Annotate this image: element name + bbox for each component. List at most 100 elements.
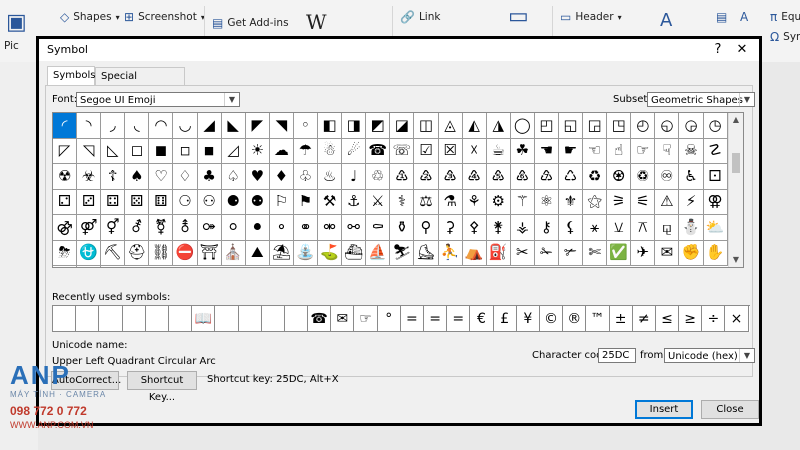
symbol-cell[interactable]: ⚛ bbox=[534, 189, 559, 215]
symbol-cell[interactable]: ☑ bbox=[414, 138, 439, 164]
symbol-cell[interactable]: ◧ bbox=[318, 113, 343, 139]
symbol-cell[interactable]: ⚔ bbox=[366, 189, 391, 215]
symbol-cell[interactable]: ⛲ bbox=[293, 240, 319, 266]
symbol-cell[interactable]: ◠ bbox=[149, 113, 174, 139]
symbol-cell[interactable]: ✂ bbox=[510, 240, 535, 266]
symbol-cell[interactable]: ☃ bbox=[318, 138, 343, 164]
symbol-cell[interactable]: ⚜ bbox=[558, 189, 584, 215]
screenshot-button[interactable]: ⊞ Screenshot ▾ bbox=[124, 10, 205, 24]
symbol-cell[interactable]: ✄ bbox=[583, 240, 608, 266]
symbol-cell[interactable]: ☏ bbox=[390, 138, 415, 164]
textbox-button[interactable]: A bbox=[660, 10, 672, 31]
recent-symbol-cell[interactable] bbox=[284, 306, 309, 332]
symbol-cell[interactable]: ☢ bbox=[53, 164, 78, 190]
symbol-cell[interactable]: ✃ bbox=[558, 240, 584, 266]
symbol-cell[interactable]: ◩ bbox=[366, 113, 391, 139]
symbol-cell[interactable]: ⛓ bbox=[149, 240, 174, 266]
tab-symbols[interactable]: Symbols bbox=[47, 66, 95, 85]
symbol-cell[interactable]: ☄ bbox=[342, 138, 367, 164]
symbol-cell[interactable]: ♵ bbox=[438, 164, 463, 190]
symbol-cell[interactable]: ⛳ bbox=[318, 240, 343, 266]
symbol-cell[interactable]: ⛷ bbox=[390, 240, 415, 266]
symbol-cell[interactable]: ⚴ bbox=[462, 215, 487, 241]
recent-symbol-cell[interactable] bbox=[215, 306, 239, 332]
symbol-cell[interactable]: ◻ bbox=[125, 138, 150, 164]
symbol-cell[interactable]: ☟ bbox=[655, 138, 680, 164]
symbol-cell[interactable]: ◫ bbox=[414, 113, 439, 139]
symbol-cell[interactable]: ⚆ bbox=[173, 189, 198, 215]
symbol-cell[interactable]: ♡ bbox=[149, 164, 174, 190]
symbol-cell[interactable]: ♺ bbox=[558, 164, 584, 190]
symbol-cell[interactable]: ☓ bbox=[462, 138, 487, 164]
symbol-cell[interactable]: ♷ bbox=[486, 164, 511, 190]
symbol-cell[interactable]: ◷ bbox=[703, 113, 728, 139]
symbol-cell[interactable]: ⛹ bbox=[438, 240, 463, 266]
symbol-cell[interactable]: ⚬ bbox=[269, 215, 294, 241]
recent-symbol-cell[interactable]: € bbox=[470, 306, 494, 332]
chevron-down-icon[interactable]: ▼ bbox=[739, 93, 754, 106]
wordart-button[interactable]: A bbox=[740, 10, 748, 24]
get-addins-button[interactable]: ▤ Get Add-ins bbox=[212, 16, 289, 30]
symbol-cell[interactable]: ⚝ bbox=[583, 189, 608, 215]
recent-symbol-cell[interactable]: ™ bbox=[586, 306, 610, 332]
symbol-cell[interactable]: ⚹ bbox=[583, 215, 608, 241]
symbol-cell[interactable]: ♹ bbox=[534, 164, 559, 190]
symbol-cell[interactable]: ⛄ bbox=[679, 215, 704, 241]
symbol-cell[interactable]: ♻ bbox=[583, 164, 608, 190]
symbol-cell[interactable]: ⚒ bbox=[318, 189, 343, 215]
symbol-cell[interactable]: ⚉ bbox=[245, 189, 270, 215]
scroll-up-icon[interactable]: ▲ bbox=[729, 113, 743, 127]
symbol-cell[interactable]: ⛪ bbox=[221, 240, 246, 266]
symbol-cell[interactable]: ⚗ bbox=[438, 189, 463, 215]
close-icon[interactable]: ✕ bbox=[731, 40, 753, 60]
symbol-cell[interactable]: ✋ bbox=[703, 240, 728, 266]
recent-symbol-cell[interactable] bbox=[145, 306, 169, 332]
symbol-cell[interactable]: ⚐ bbox=[269, 189, 294, 215]
symbol-cell[interactable]: ✊ bbox=[679, 240, 704, 266]
recent-symbol-cell[interactable]: ≤ bbox=[655, 306, 680, 332]
symbol-cell[interactable]: ⚺ bbox=[607, 215, 632, 241]
symbol-cell[interactable]: ☁ bbox=[269, 138, 294, 164]
symbol-cell[interactable]: ⚼ bbox=[655, 215, 680, 241]
symbol-cell[interactable]: ⚈ bbox=[221, 189, 246, 215]
symbol-cell[interactable]: ◲ bbox=[583, 113, 608, 139]
recent-symbol-cell[interactable] bbox=[261, 306, 285, 332]
symbol-cell[interactable]: ⚣ bbox=[53, 215, 78, 241]
symbol-cell[interactable]: ◥ bbox=[269, 113, 294, 139]
symbol-cell[interactable]: ⚕ bbox=[390, 189, 415, 215]
symbol-cell[interactable]: ⚀ bbox=[703, 164, 728, 190]
equation-button[interactable]: π Equ bbox=[770, 10, 800, 24]
symbol-cell[interactable]: ◹ bbox=[77, 138, 102, 164]
tab-special-characters[interactable]: Special Characters bbox=[95, 67, 185, 99]
recent-symbol-cell[interactable]: © bbox=[539, 306, 564, 332]
symbol-cell[interactable]: ◟ bbox=[125, 113, 150, 139]
symbol-cell[interactable]: ⚃ bbox=[101, 189, 126, 215]
symbol-cell[interactable]: ⛩ bbox=[197, 240, 222, 266]
recent-symbol-cell[interactable] bbox=[53, 306, 77, 332]
link-button[interactable]: 🔗 Link bbox=[400, 10, 440, 24]
symbol-cell[interactable]: ⚤ bbox=[77, 215, 102, 241]
recent-symbol-cell[interactable] bbox=[122, 306, 146, 332]
header-button[interactable]: ▭ Header ▾ bbox=[560, 10, 622, 24]
symbol-cell[interactable]: ◡ bbox=[173, 113, 198, 139]
symbol-cell[interactable]: ☜ bbox=[583, 138, 608, 164]
symbol-cell[interactable]: ⚯ bbox=[342, 215, 367, 241]
symbol-cell[interactable]: ◿ bbox=[221, 138, 246, 164]
symbol-cell[interactable]: ♧ bbox=[293, 164, 319, 190]
shortcut-key-button[interactable]: Shortcut Key... bbox=[127, 371, 197, 403]
symbol-cell[interactable]: ☕ bbox=[486, 138, 511, 164]
symbol-cell[interactable]: ☀ bbox=[245, 138, 270, 164]
symbol-cell[interactable]: ☒ bbox=[438, 138, 463, 164]
symbol-cell[interactable]: ⚨ bbox=[173, 215, 198, 241]
symbol-cell[interactable]: ◴ bbox=[631, 113, 656, 139]
recent-symbol-cell[interactable]: = bbox=[447, 306, 471, 332]
symbol-cell[interactable]: ◱ bbox=[558, 113, 584, 139]
close-button[interactable]: Close bbox=[701, 400, 759, 419]
symbol-cell[interactable]: ✁ bbox=[534, 240, 559, 266]
symbol-cell[interactable]: ✉ bbox=[655, 240, 680, 266]
symbol-cell[interactable]: ◾ bbox=[197, 138, 222, 164]
symbol-cell[interactable]: ⚞ bbox=[607, 189, 632, 215]
recent-symbol-cell[interactable]: 📖 bbox=[192, 306, 216, 332]
recent-symbol-cell[interactable] bbox=[168, 306, 193, 332]
symbol-cell[interactable]: ☠ bbox=[679, 138, 704, 164]
